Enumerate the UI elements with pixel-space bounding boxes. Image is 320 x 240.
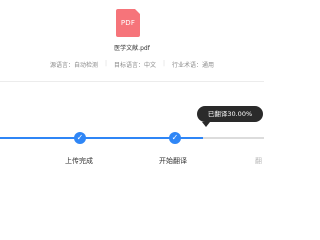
target-language: 目标语言：中文 (113, 62, 156, 69)
divider (0, 81, 264, 82)
progress-track-complete (0, 137, 181, 139)
step-translate-check-icon: ✓ (169, 132, 181, 144)
progress-track-current (181, 137, 203, 139)
file-name: 医学文献.pdf (114, 45, 150, 52)
meta-separator: | (104, 60, 107, 67)
progress-tooltip-arrow (202, 122, 210, 127)
progress-track-remaining (203, 137, 264, 139)
step-translate-label: 开始翻译 (159, 157, 187, 165)
step-upload-check-icon: ✓ (74, 132, 86, 144)
step-next-label: 翻 (255, 157, 262, 165)
meta-separator: | (163, 60, 166, 67)
industry-term: 行业术语：通用 (172, 62, 215, 69)
source-language: 源语言：自动检测 (49, 62, 98, 69)
pdf-file-icon: PDF (116, 9, 140, 37)
translation-settings: 源语言：自动检测 | 目标语言：中文 | 行业术语：通用 (0, 60, 264, 69)
progress-tooltip: 已翻译30.00% (197, 106, 263, 122)
step-upload-label: 上传完成 (65, 157, 93, 165)
